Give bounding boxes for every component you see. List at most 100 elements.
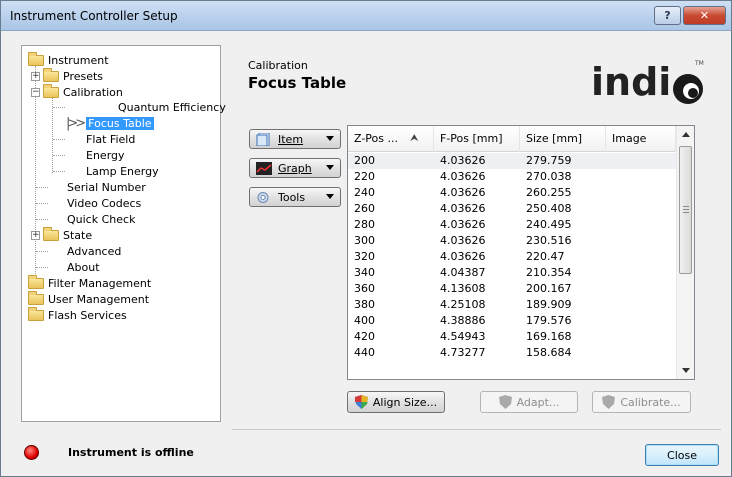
scrollbar-thumb[interactable] — [679, 146, 692, 274]
align-size-label: Align Size... — [372, 395, 438, 409]
tree-connector — [53, 171, 65, 172]
table-row[interactable]: 400 4.38886 179.576 — [348, 313, 676, 329]
tree-item-quantum-efficiency[interactable]: Quantum Efficiency — [118, 99, 226, 115]
tree-item-advanced[interactable]: Advanced — [67, 243, 121, 259]
expand-icon[interactable]: + — [31, 230, 40, 240]
table-cell: 4.03626 — [440, 250, 486, 263]
tree-item-presets[interactable]: + Presets — [31, 67, 104, 84]
setup-window: Instrument Controller Setup ? ✕ Instrume… — [0, 0, 732, 477]
table-cell: 240 — [354, 186, 375, 199]
column-header-z-pos[interactable]: Z-Pos ... ⮝ — [348, 126, 434, 152]
table-cell: 4.25108 — [440, 298, 486, 311]
collapse-icon[interactable]: − — [31, 87, 40, 97]
table-cell: 380 — [354, 298, 375, 311]
dropdown-arrow-icon — [326, 136, 334, 141]
tree-item-label: Flash Services — [48, 308, 127, 322]
tree-item-filter-management[interactable]: Filter Management — [28, 274, 152, 291]
table-cell: 169.168 — [526, 330, 572, 343]
table-cell: 340 — [354, 266, 375, 279]
tree-item-state[interactable]: + State — [31, 226, 93, 243]
table-cell: 360 — [354, 282, 375, 295]
tree-item-calibration[interactable]: − Calibration — [31, 83, 123, 100]
table-cell: 4.54943 — [440, 330, 486, 343]
table-cell: 4.04387 — [440, 266, 486, 279]
align-size-button[interactable]: Align Size... — [347, 391, 445, 413]
table-cell: 4.38886 — [440, 314, 486, 327]
item-menu-button[interactable]: Item — [249, 129, 341, 149]
table-row[interactable]: 260 4.03626 250.408 — [348, 201, 676, 217]
column-header-f-pos[interactable]: F-Pos [mm] — [434, 126, 520, 152]
scroll-up-icon[interactable] — [682, 132, 690, 137]
tree-item-about[interactable]: About — [67, 259, 100, 275]
table-row[interactable]: 220 4.03626 270.038 — [348, 169, 676, 185]
separator — [232, 429, 721, 430]
settings-tree[interactable]: Instrument + Presets − Calibration Quant… — [21, 45, 226, 422]
table-row[interactable]: 320 4.03626 220.47 — [348, 249, 676, 265]
expand-icon[interactable]: + — [31, 71, 40, 81]
column-header-size[interactable]: Size [mm] — [520, 126, 606, 152]
tree-item-serial-number[interactable]: Serial Number — [67, 179, 146, 195]
table-row[interactable]: 420 4.54943 169.168 — [348, 329, 676, 345]
tree-item-quick-check[interactable]: Quick Check — [67, 211, 135, 227]
section-label: Calibration — [248, 59, 308, 72]
calibrate-label: Calibrate... — [620, 395, 681, 409]
current-item-arrow-icon: |>> — [66, 115, 86, 131]
folder-icon — [43, 226, 59, 241]
vertical-scrollbar[interactable] — [676, 126, 694, 379]
tree-item-lamp-energy[interactable]: Lamp Energy — [86, 163, 159, 179]
tools-icon — [257, 191, 269, 203]
table-cell: 220 — [354, 170, 375, 183]
tree-item-label: State — [63, 228, 93, 242]
tree-item-video-codecs[interactable]: Video Codecs — [67, 195, 141, 211]
tree-item-energy[interactable]: Energy — [86, 147, 125, 163]
tree-connector — [53, 107, 65, 108]
tree-item-label: Flat Field — [86, 132, 136, 146]
shield-icon — [498, 395, 512, 409]
tools-menu-button[interactable]: Tools — [249, 187, 341, 207]
tree-item-user-management[interactable]: User Management — [28, 290, 149, 307]
table-cell: 250.408 — [526, 202, 572, 215]
tree-item-flash-services[interactable]: Flash Services — [28, 306, 127, 323]
table-cell: 4.03626 — [440, 186, 486, 199]
graph-menu-button[interactable]: Graph — [249, 158, 341, 178]
table-row[interactable]: 360 4.13608 200.167 — [348, 281, 676, 297]
adapt-label: Adapt... — [516, 395, 560, 409]
tree-item-label: Filter Management — [48, 276, 152, 290]
column-header-image[interactable]: Image — [606, 126, 676, 152]
table-cell: 260 — [354, 202, 375, 215]
adapt-button[interactable]: Adapt... — [480, 391, 578, 413]
focus-table[interactable]: Z-Pos ... ⮝ F-Pos [mm] Size [mm] Image 2… — [347, 125, 695, 380]
calibrate-button[interactable]: Calibrate... — [592, 391, 691, 413]
title-bar: Instrument Controller Setup ? ✕ — [1, 1, 731, 31]
window-close-button[interactable]: ✕ — [683, 6, 726, 25]
tree-connector — [36, 219, 48, 220]
table-cell: 4.03626 — [440, 170, 486, 183]
table-cell: 300 — [354, 234, 375, 247]
folder-open-icon — [43, 83, 59, 98]
tree-connector — [36, 267, 48, 268]
table-row[interactable]: 380 4.25108 189.909 — [348, 297, 676, 313]
tree-item-flat-field[interactable]: Flat Field — [86, 131, 135, 147]
dropdown-arrow-icon — [326, 165, 334, 170]
table-row[interactable]: 300 4.03626 230.516 — [348, 233, 676, 249]
table-cell: 158.684 — [526, 346, 572, 359]
status-text: Instrument is offline — [68, 446, 194, 459]
table-row[interactable]: 200 4.03626 279.759 — [348, 153, 676, 169]
table-row[interactable]: 280 4.03626 240.495 — [348, 217, 676, 233]
tree-connector — [36, 251, 48, 252]
item-button-label: Item — [278, 132, 304, 146]
table-row[interactable]: 340 4.04387 210.354 — [348, 265, 676, 281]
tree-item-label: Presets — [63, 69, 104, 83]
tree-item-focus-table[interactable]: |>> Focus Table — [66, 115, 154, 131]
table-cell: 220.47 — [526, 250, 565, 263]
close-button[interactable]: Close — [645, 444, 719, 466]
tree-item-label: Quantum Efficiency — [118, 100, 226, 114]
table-row[interactable]: 240 4.03626 260.255 — [348, 185, 676, 201]
table-cell: 440 — [354, 346, 375, 359]
tree-item-label: Video Codecs — [67, 196, 142, 210]
table-row[interactable]: 440 4.73277 158.684 — [348, 345, 676, 361]
help-button[interactable]: ? — [654, 6, 681, 25]
window-title: Instrument Controller Setup — [10, 9, 178, 23]
scroll-down-icon[interactable] — [682, 368, 690, 373]
tree-item-instrument[interactable]: Instrument — [28, 51, 109, 68]
